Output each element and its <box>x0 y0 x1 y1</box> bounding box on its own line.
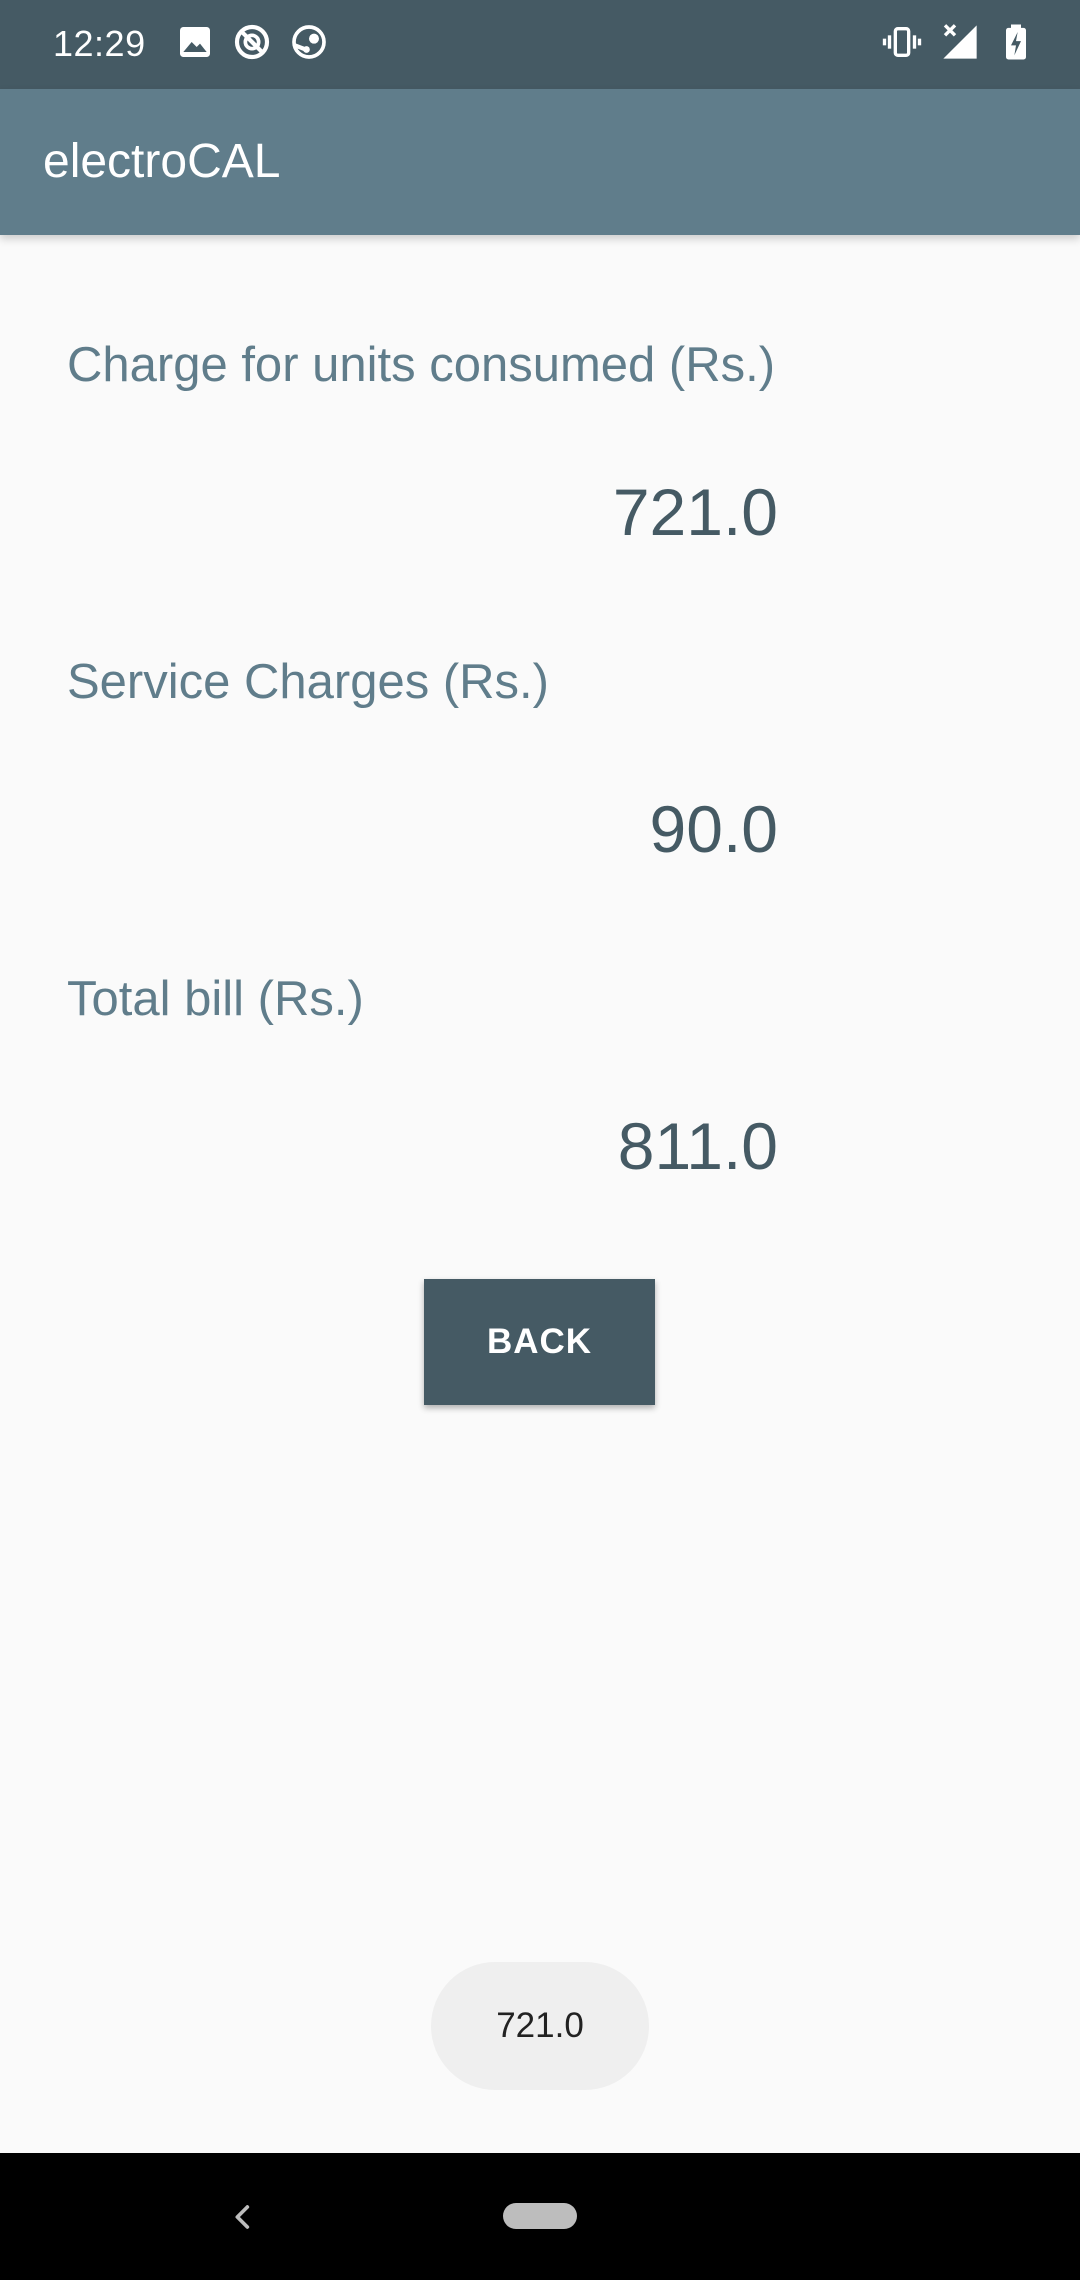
back-button[interactable]: BACK <box>424 1279 655 1405</box>
vibrate-icon <box>882 27 922 57</box>
battery-charging-icon <box>1006 24 1026 60</box>
back-icon[interactable] <box>224 2197 264 2237</box>
app-title: electroCAL <box>43 135 281 188</box>
total-bill-label: Total bill (Rs.) <box>67 972 364 1026</box>
total-bill-value: 811.0 <box>617 1109 778 1183</box>
steam-icon <box>292 25 326 59</box>
service-charges-value: 90.0 <box>649 792 778 866</box>
app-bar: electroCAL <box>0 89 1080 235</box>
toast-message: 721.0 <box>431 1962 649 2090</box>
navigation-bar <box>0 2153 1080 2280</box>
image-icon <box>180 27 210 57</box>
do-not-disturb-icon <box>234 24 270 60</box>
no-signal-icon <box>943 24 977 59</box>
service-charges-label: Service Charges (Rs.) <box>67 655 549 709</box>
units-charge-label: Charge for units consumed (Rs.) <box>67 338 776 392</box>
status-bar: 12:29 <box>0 0 1080 89</box>
home-pill-icon[interactable] <box>503 2203 577 2229</box>
status-time: 12:29 <box>53 23 146 64</box>
units-charge-value: 721.0 <box>612 475 778 549</box>
